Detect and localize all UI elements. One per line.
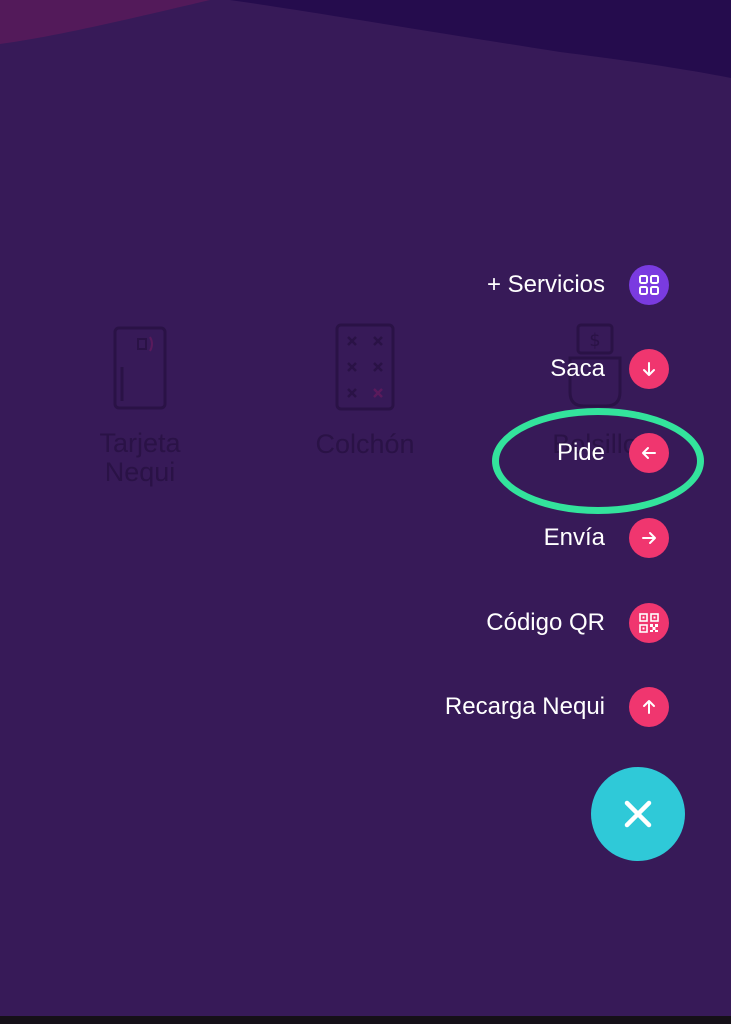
menu-item-saca[interactable]: Saca [550, 347, 669, 391]
menu-item-pide[interactable]: Pide [557, 431, 669, 475]
grid-icon[interactable] [629, 265, 669, 305]
menu-item-label: Recarga Nequi [444, 693, 605, 720]
card-icon [113, 326, 167, 410]
system-navigation-bar [0, 1016, 731, 1024]
menu-item-label: Código QR [486, 609, 605, 636]
close-button[interactable] [591, 767, 685, 861]
mattress-icon [335, 323, 395, 411]
menu-item-label: Pide [556, 439, 605, 466]
menu-item-label: Envía [543, 524, 605, 551]
qr-code-icon[interactable] [629, 603, 669, 643]
arrow-right-icon[interactable] [629, 518, 669, 558]
menu-item-recarga-nequi[interactable]: Recarga Nequi [445, 685, 669, 729]
arrow-up-icon[interactable] [629, 687, 669, 727]
close-icon [624, 800, 652, 828]
menu-item-envia[interactable]: Envía [544, 516, 669, 560]
pocket-colchon: Colchón [290, 322, 440, 459]
menu-item-servicios[interactable]: + Servicios [487, 263, 669, 307]
arrow-left-icon[interactable] [629, 433, 669, 473]
menu-item-label: Saca [550, 355, 605, 382]
header-wave [0, 0, 731, 78]
pocket-label: Colchón [315, 429, 415, 459]
pocket-tarjeta-nequi: Tarjeta Nequi [70, 325, 210, 487]
menu-item-codigo-qr[interactable]: Código QR [486, 601, 669, 645]
arrow-down-icon[interactable] [629, 349, 669, 389]
menu-item-label: + Servicios [486, 271, 605, 298]
pocket-label: Tarjeta Nequi [99, 428, 181, 487]
